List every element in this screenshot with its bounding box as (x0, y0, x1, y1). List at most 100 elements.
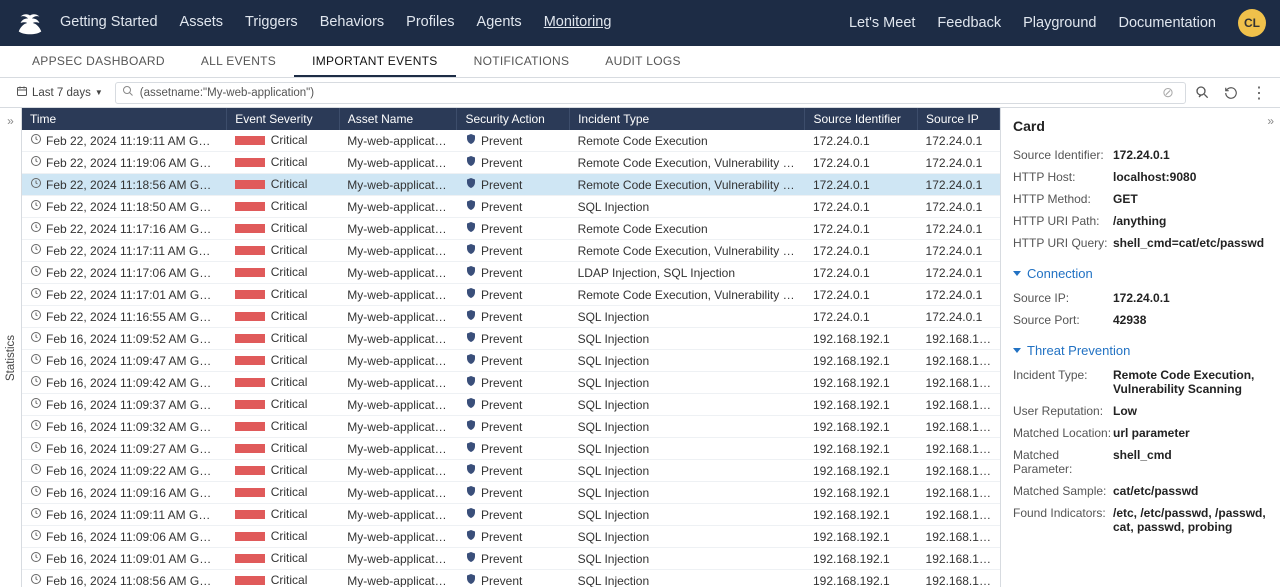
nav-getting-started[interactable]: Getting Started (60, 14, 158, 32)
cell-time: Feb 16, 2024 11:09:22 AM GMT+01:00 (46, 464, 227, 478)
cell-asset: My-web-application (339, 526, 457, 548)
cell-source-identifier: 172.24.0.1 (805, 284, 918, 306)
query-syntax-button[interactable] (1192, 82, 1214, 104)
card-field-value: Low (1113, 404, 1137, 418)
body: » Statistics TimeEvent SeverityAsset Nam… (0, 108, 1280, 587)
section-threat-prevention[interactable]: Threat Prevention (1013, 343, 1268, 358)
table-row[interactable]: Feb 22, 2024 11:18:50 AM GMT+01:00Critic… (22, 196, 1000, 218)
table-row[interactable]: Feb 16, 2024 11:08:56 AM GMT+01:00Critic… (22, 570, 1000, 587)
nav-playground[interactable]: Playground (1023, 15, 1096, 31)
clear-search-button[interactable]: ⊘ (1157, 82, 1179, 104)
cell-action: Prevent (481, 288, 522, 302)
col-security-action[interactable]: Security Action (457, 108, 570, 130)
table-row[interactable]: Feb 16, 2024 11:09:06 AM GMT+01:00Critic… (22, 526, 1000, 548)
more-menu-button[interactable]: ⋮ (1248, 82, 1270, 104)
nav-agents[interactable]: Agents (477, 14, 522, 32)
cell-incident: SQL Injection (570, 570, 805, 587)
cell-source-identifier: 192.168.192.1 (805, 350, 918, 372)
shield-icon (465, 134, 477, 148)
cell-asset: My-web-application (339, 284, 457, 306)
clock-icon (30, 156, 42, 170)
card-field-value: localhost:9080 (1113, 170, 1196, 184)
col-source-identifier[interactable]: Source Identifier (805, 108, 918, 130)
tab-appsec-dashboard[interactable]: APPSEC DASHBOARD (14, 46, 183, 77)
cell-source-ip: 192.168.192.1 (918, 416, 1000, 438)
chevron-down-icon: ▼ (95, 88, 103, 97)
date-range-picker[interactable]: Last 7 days ▼ (10, 83, 109, 102)
table-row[interactable]: Feb 16, 2024 11:09:11 AM GMT+01:00Critic… (22, 504, 1000, 526)
clock-icon (30, 530, 42, 544)
cell-action: Prevent (481, 376, 522, 390)
table-row[interactable]: Feb 22, 2024 11:19:11 AM GMT+01:00Critic… (22, 130, 1000, 152)
section-connection-label: Connection (1027, 266, 1093, 281)
refresh-button[interactable] (1220, 82, 1242, 104)
primary-nav: Getting Started Assets Triggers Behaviors Pr… (60, 14, 611, 32)
col-time[interactable]: Time (22, 108, 227, 130)
card-field-key: User Reputation: (1013, 404, 1113, 418)
cell-severity: Critical (271, 309, 308, 323)
nav-behaviors[interactable]: Behaviors (320, 14, 384, 32)
tab-notifications[interactable]: NOTIFICATIONS (456, 46, 588, 77)
cell-source-identifier: 192.168.192.1 (805, 526, 918, 548)
table-row[interactable]: Feb 16, 2024 11:09:32 AM GMT+01:00Critic… (22, 416, 1000, 438)
card-field: HTTP URI Query:shell_cmd=cat/etc/passwd (1013, 232, 1268, 254)
severity-bar (235, 532, 265, 541)
nav-documentation[interactable]: Documentation (1118, 15, 1216, 31)
col-event-severity[interactable]: Event Severity (227, 108, 340, 130)
table-row[interactable]: Feb 16, 2024 11:09:42 AM GMT+01:00Critic… (22, 372, 1000, 394)
col-source-ip[interactable]: Source IP (918, 108, 1000, 130)
clock-icon (30, 354, 42, 368)
table-row[interactable]: Feb 16, 2024 11:09:22 AM GMT+01:00Critic… (22, 460, 1000, 482)
card-field-key: Matched Parameter: (1013, 448, 1113, 476)
tab-audit-logs[interactable]: AUDIT LOGS (587, 46, 698, 77)
search-input[interactable] (138, 86, 1157, 100)
table-row[interactable]: Feb 22, 2024 11:17:01 AM GMT+01:00Critic… (22, 284, 1000, 306)
table-row[interactable]: Feb 22, 2024 11:19:06 AM GMT+01:00Critic… (22, 152, 1000, 174)
card-field: Matched Parameter:shell_cmd (1013, 444, 1268, 480)
col-asset-name[interactable]: Asset Name (339, 108, 457, 130)
nav-feedback[interactable]: Feedback (937, 15, 1001, 31)
table-row[interactable]: Feb 22, 2024 11:17:16 AM GMT+01:00Critic… (22, 218, 1000, 240)
cell-asset: My-web-application (339, 548, 457, 570)
table-row[interactable]: Feb 16, 2024 11:09:01 AM GMT+01:00Critic… (22, 548, 1000, 570)
cell-incident: SQL Injection (570, 328, 805, 350)
severity-bar (235, 290, 265, 299)
cell-source-ip: 172.24.0.1 (918, 306, 1000, 328)
shield-icon (465, 354, 477, 368)
cell-time: Feb 16, 2024 11:09:27 AM GMT+01:00 (46, 442, 227, 456)
nav-monitoring[interactable]: Monitoring (544, 14, 612, 32)
cell-action: Prevent (481, 398, 522, 412)
events-table-wrap: TimeEvent SeverityAsset NameSecurity Act… (22, 108, 1000, 587)
cell-incident: SQL Injection (570, 482, 805, 504)
table-row[interactable]: Feb 16, 2024 11:09:47 AM GMT+01:00Critic… (22, 350, 1000, 372)
table-row[interactable]: Feb 22, 2024 11:18:56 AM GMT+01:00Critic… (22, 174, 1000, 196)
table-row[interactable]: Feb 22, 2024 11:16:55 AM GMT+01:00Critic… (22, 306, 1000, 328)
severity-bar (235, 158, 265, 167)
table-row[interactable]: Feb 22, 2024 11:17:06 AM GMT+01:00Critic… (22, 262, 1000, 284)
tab-all-events[interactable]: ALL EVENTS (183, 46, 294, 77)
severity-bar (235, 268, 265, 277)
table-row[interactable]: Feb 16, 2024 11:09:37 AM GMT+01:00Critic… (22, 394, 1000, 416)
nav-triggers[interactable]: Triggers (245, 14, 298, 32)
nav-assets[interactable]: Assets (180, 14, 224, 32)
table-row[interactable]: Feb 16, 2024 11:09:52 AM GMT+01:00Critic… (22, 328, 1000, 350)
avatar[interactable]: CL (1238, 9, 1266, 37)
table-row[interactable]: Feb 16, 2024 11:09:27 AM GMT+01:00Critic… (22, 438, 1000, 460)
cell-asset: My-web-application (339, 504, 457, 526)
col-incident-type[interactable]: Incident Type (570, 108, 805, 130)
expand-statistics-button[interactable]: » (5, 112, 16, 130)
expand-card-button[interactable]: » (1267, 114, 1274, 128)
nav-let-s-meet[interactable]: Let's Meet (849, 15, 915, 31)
cell-asset: My-web-application (339, 152, 457, 174)
cell-severity: Critical (271, 353, 308, 367)
table-row[interactable]: Feb 22, 2024 11:17:11 AM GMT+01:00Critic… (22, 240, 1000, 262)
tab-important-events[interactable]: IMPORTANT EVENTS (294, 46, 456, 77)
shield-icon (465, 178, 477, 192)
card-field-value: /anything (1113, 214, 1166, 228)
cell-action: Prevent (481, 442, 522, 456)
cell-severity: Critical (271, 265, 308, 279)
section-connection[interactable]: Connection (1013, 266, 1268, 281)
table-row[interactable]: Feb 16, 2024 11:09:16 AM GMT+01:00Critic… (22, 482, 1000, 504)
nav-profiles[interactable]: Profiles (406, 14, 454, 32)
subtabs: APPSEC DASHBOARDALL EVENTSIMPORTANT EVEN… (0, 46, 1280, 78)
